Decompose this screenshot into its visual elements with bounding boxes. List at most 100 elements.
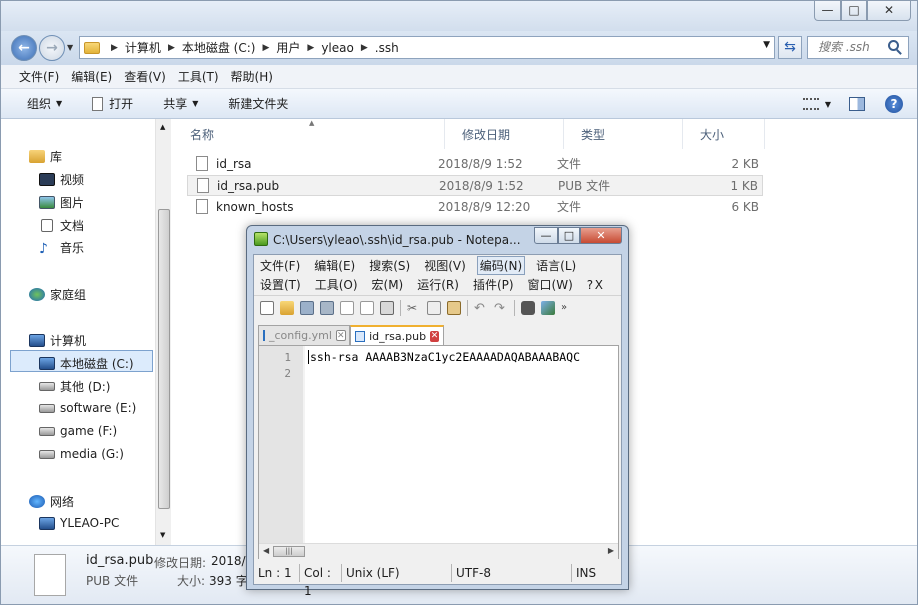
- forward-button[interactable]: →: [39, 35, 65, 61]
- nav-pc[interactable]: YLEAO-PC: [39, 516, 119, 530]
- print-icon[interactable]: [380, 300, 394, 315]
- menu-edit[interactable]: 编辑(E): [71, 68, 112, 85]
- menu-file[interactable]: 文件(F): [19, 68, 59, 85]
- npp-menu-plugins[interactable]: 插件(P): [473, 276, 514, 293]
- chevron-right-icon[interactable]: ▶: [307, 43, 314, 53]
- npp-menu-search[interactable]: 搜索(S): [369, 257, 410, 274]
- undo-icon[interactable]: ↶: [474, 301, 488, 316]
- npp-menu-tools[interactable]: 工具(O): [315, 276, 358, 293]
- nav-homegroup[interactable]: 家庭组: [29, 286, 86, 303]
- close-icon[interactable]: ✕: [335, 330, 346, 341]
- notepad-close-button[interactable]: ✕: [580, 227, 622, 244]
- notepad-minimize-button[interactable]: —: [534, 227, 558, 244]
- npp-menu-file[interactable]: 文件(F): [260, 257, 300, 274]
- nav-music[interactable]: ♪ 音乐: [39, 239, 84, 257]
- nav-video[interactable]: 视频: [39, 171, 84, 188]
- breadcrumb-computer[interactable]: 计算机: [125, 39, 161, 56]
- chevron-up-icon[interactable]: ▲: [160, 123, 165, 131]
- minimize-button[interactable]: —: [814, 1, 841, 21]
- nav-drive-d[interactable]: 其他 (D:): [39, 378, 110, 395]
- open-file-icon[interactable]: [280, 300, 294, 315]
- breadcrumb-ssh[interactable]: .ssh: [375, 41, 399, 55]
- chevron-left-icon[interactable]: ◀: [263, 546, 269, 555]
- new-file-icon[interactable]: [260, 300, 274, 315]
- paste-icon[interactable]: [447, 300, 461, 315]
- column-header-type[interactable]: 类型: [564, 119, 683, 149]
- close-all-icon[interactable]: [360, 300, 374, 315]
- tab-config-yml[interactable]: _config.yml ✕: [258, 325, 350, 345]
- text-editor[interactable]: 1 2 ssh-rsa AAAAB3NzaC1yc2EAAAADAQABAAAB…: [258, 345, 619, 559]
- column-header-date[interactable]: 修改日期: [445, 119, 564, 149]
- save-icon[interactable]: [300, 300, 314, 315]
- file-type: 文件: [557, 200, 582, 214]
- menu-help[interactable]: 帮助(H): [231, 68, 273, 85]
- organize-button[interactable]: 组织 ▼: [27, 95, 62, 112]
- back-button[interactable]: ←: [11, 35, 37, 61]
- breadcrumb-yleao[interactable]: yleao: [321, 41, 354, 55]
- help-icon[interactable]: ?: [885, 95, 903, 113]
- chevron-right-icon[interactable]: ▶: [608, 546, 614, 555]
- nav-drive-f[interactable]: game (F:): [39, 424, 117, 438]
- chevron-right-icon[interactable]: ▶: [262, 43, 269, 53]
- close-button[interactable]: ✕: [867, 1, 911, 21]
- nav-scrollbar[interactable]: ▲ ▼: [155, 119, 171, 545]
- close-file-icon[interactable]: [340, 300, 354, 315]
- npp-menu-window[interactable]: 窗口(W): [528, 276, 573, 293]
- cut-icon[interactable]: ✂: [407, 301, 421, 315]
- menu-tools[interactable]: 工具(T): [178, 68, 219, 85]
- nav-drive-c[interactable]: 本地磁盘 (C:): [39, 355, 134, 372]
- menu-view[interactable]: 查看(V): [124, 68, 166, 85]
- nav-scrollbar-thumb[interactable]: [158, 209, 170, 509]
- npp-menu-settings[interactable]: 设置(T): [260, 276, 301, 293]
- table-row[interactable]: known_hosts 2018/8/9 12:20 文件 6 KB: [187, 196, 763, 217]
- editor-scrollbar-thumb[interactable]: |||: [273, 546, 305, 557]
- refresh-button[interactable]: ⇆: [778, 36, 802, 59]
- npp-menu-macro[interactable]: 宏(M): [372, 276, 404, 293]
- view-options-icon[interactable]: [802, 98, 819, 110]
- open-button[interactable]: 打开: [92, 95, 133, 112]
- nav-computer[interactable]: 计算机: [29, 332, 86, 349]
- nav-library[interactable]: 库: [29, 148, 62, 165]
- chevron-right-icon[interactable]: »: [561, 302, 567, 313]
- notepad-maximize-button[interactable]: □: [558, 227, 580, 244]
- npp-menu-edit[interactable]: 编辑(E): [314, 257, 355, 274]
- npp-menu-language[interactable]: 语言(L): [536, 257, 576, 274]
- chevron-right-icon[interactable]: ▶: [361, 43, 368, 53]
- search-icon[interactable]: [888, 40, 899, 51]
- npp-menu-close-doc[interactable]: X: [595, 278, 603, 292]
- redo-icon[interactable]: ↷: [494, 301, 508, 316]
- save-all-icon[interactable]: [320, 300, 334, 315]
- npp-menu-run[interactable]: 运行(R): [417, 276, 459, 293]
- editor-horizontal-scrollbar[interactable]: ◀ ||| ▶: [259, 543, 618, 559]
- new-folder-button[interactable]: 新建文件夹: [228, 95, 288, 112]
- nav-documents[interactable]: 文档: [41, 217, 84, 234]
- nav-pictures[interactable]: 图片: [39, 194, 84, 211]
- close-icon[interactable]: ✕: [430, 330, 439, 342]
- address-bar[interactable]: ▶ 计算机 ▶ 本地磁盘 (C:) ▶ 用户 ▶ yleao ▶ .ssh ▼: [79, 36, 775, 59]
- nav-drive-e[interactable]: software (E:): [39, 401, 136, 415]
- share-button[interactable]: 共享 ▼: [163, 95, 198, 112]
- chevron-down-icon[interactable]: ▼: [763, 40, 770, 50]
- nav-drive-g[interactable]: media (G:): [39, 447, 124, 461]
- find-icon[interactable]: [521, 300, 535, 315]
- breadcrumb-drive-c[interactable]: 本地磁盘 (C:): [182, 39, 256, 56]
- breadcrumb-users[interactable]: 用户: [276, 39, 300, 56]
- chevron-down-icon[interactable]: ▼: [825, 100, 831, 109]
- maximize-button[interactable]: □: [841, 1, 867, 21]
- column-header-size[interactable]: 大小: [683, 119, 765, 149]
- replace-icon[interactable]: [541, 300, 555, 315]
- copy-icon[interactable]: [427, 300, 441, 315]
- chevron-right-icon[interactable]: ▶: [111, 43, 118, 53]
- code-line[interactable]: ssh-rsa AAAAB3NzaC1yc2EAAAADAQABAAABAQC: [308, 350, 619, 364]
- chevron-down-icon[interactable]: ▼: [160, 531, 165, 539]
- tab-id-rsa-pub[interactable]: id_rsa.pub ✕: [350, 325, 444, 345]
- npp-menu-view[interactable]: 视图(V): [424, 257, 466, 274]
- npp-menu-help[interactable]: ?: [587, 278, 593, 292]
- nav-network[interactable]: 网络: [29, 493, 74, 510]
- chevron-right-icon[interactable]: ▶: [168, 43, 175, 53]
- table-row[interactable]: id_rsa 2018/8/9 1:52 文件 2 KB: [187, 153, 763, 174]
- preview-pane-icon[interactable]: [849, 97, 865, 111]
- table-row[interactable]: id_rsa.pub 2018/8/9 1:52 PUB 文件 1 KB: [187, 175, 763, 196]
- npp-menu-encoding[interactable]: 编码(N): [476, 256, 526, 275]
- recent-pages-dropdown[interactable]: ▼: [67, 43, 73, 52]
